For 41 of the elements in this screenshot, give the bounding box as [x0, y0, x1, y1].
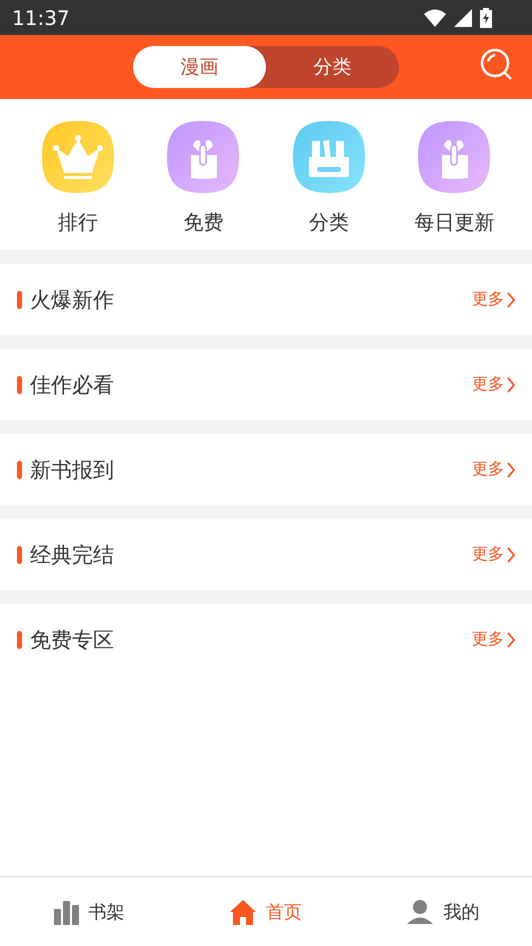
app-icon[interactable] [167, 121, 240, 193]
search-button[interactable] [478, 46, 514, 82]
books-icon [52, 898, 79, 924]
section-title: 经典完结 [30, 542, 115, 568]
section-title: 新书报到 [30, 456, 115, 484]
wifi-icon [424, 8, 446, 26]
shortcut-label[interactable]: 每日更新 [414, 209, 494, 236]
signal-icon [454, 8, 472, 26]
more-link[interactable]: 更多 [472, 374, 516, 395]
section-title: 火爆新作 [30, 286, 115, 314]
more-link[interactable]: 更多 [472, 629, 516, 650]
more-link[interactable]: 更多 [472, 289, 516, 310]
nav-tab[interactable]: 书架 [0, 877, 178, 946]
shortcut-label[interactable]: 排行 [58, 209, 98, 236]
accent-bar [17, 460, 22, 478]
shortcut-label[interactable]: 免费 [183, 209, 224, 236]
accent-bar [17, 630, 22, 648]
header-tab[interactable]: 漫画 [133, 46, 266, 88]
home-icon [230, 898, 256, 924]
shortcut-label[interactable]: 分类 [308, 209, 349, 236]
app-icon[interactable] [292, 121, 365, 193]
section-title: 免费专区 [30, 626, 115, 654]
chevron-icon [506, 292, 516, 308]
app-icon[interactable] [418, 121, 490, 193]
nav-tab[interactable]: 我的 [354, 877, 532, 946]
accent-bar [17, 546, 22, 564]
accent-bar [17, 376, 22, 394]
app-icon[interactable] [42, 121, 114, 193]
chevron-icon [506, 462, 516, 478]
chevron-icon [506, 546, 516, 562]
user-icon [407, 898, 434, 924]
battery-icon [480, 8, 492, 28]
more-link[interactable]: 更多 [472, 544, 516, 565]
more-link[interactable]: 更多 [472, 459, 516, 480]
chevron-icon [506, 632, 516, 648]
section-title: 佳作必看 [30, 372, 115, 398]
header-tab[interactable]: 分类 [266, 46, 399, 88]
chevron-icon [506, 376, 516, 392]
nav-tab[interactable]: 首页 [177, 877, 355, 946]
status-time: 11:37 [12, 6, 70, 30]
accent-bar [17, 290, 22, 308]
